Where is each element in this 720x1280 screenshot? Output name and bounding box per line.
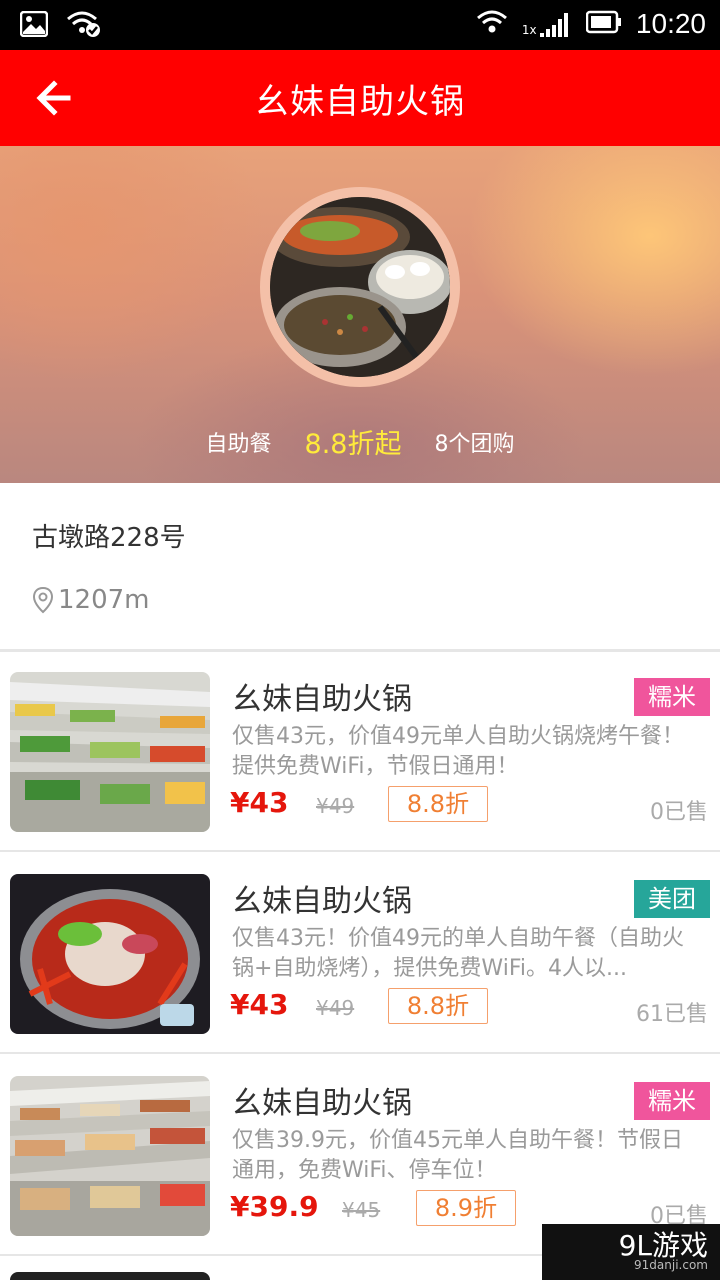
deal-price: ¥39.9 (230, 1190, 319, 1223)
source-badge: 糯米 (634, 678, 710, 716)
deal-discount-tag: 8.8折 (388, 786, 488, 822)
deal-original-price: ¥49 (316, 794, 355, 818)
signal-icon: 1x (522, 9, 572, 39)
distance-value: 1207m (58, 585, 150, 615)
deal-thumbnail (10, 672, 210, 832)
store-discount: 8.8折起 (304, 429, 402, 460)
store-hero: 自助餐 8.8折起 8个团购 (0, 146, 720, 483)
wifi-icon (476, 9, 508, 39)
deal-discount-tag: 8.9折 (416, 1190, 516, 1226)
hero-stats: 自助餐 8.8折起 8个团购 (0, 422, 720, 461)
deal-thumbnail-peek (10, 1272, 210, 1280)
deal-original-price: ¥45 (342, 1198, 381, 1222)
store-avatar[interactable] (260, 187, 460, 387)
store-category: 自助餐 (205, 431, 272, 457)
deal-price: ¥43 (230, 786, 289, 819)
deal-description: 仅售43元！价值49元的单人自助午餐（自助火锅+自助烧烤），提供免费WiFi。4… (232, 926, 684, 981)
deal-sold-count: 0已售 (650, 800, 708, 825)
deal-discount-tag: 8.8折 (388, 988, 488, 1024)
deal-name: 幺妹自助火锅 (232, 682, 412, 717)
battery-icon (585, 10, 622, 38)
store-distance: 1207m (32, 585, 150, 615)
deal-thumbnail (10, 1076, 210, 1236)
store-info: 古墩路228号 1207m (0, 483, 720, 649)
store-address[interactable]: 古墩路228号 (32, 517, 186, 554)
deal-name: 幺妹自助火锅 (232, 1086, 412, 1121)
location-pin-icon (32, 586, 54, 614)
deal-item[interactable]: 幺妹自助火锅 美团 仅售43元！价值49元的单人自助午餐（自助火锅+自助烧烤），… (0, 854, 720, 1054)
deal-description: 仅售39.9元，价值45元单人自助午餐！节假日通用，免费WiFi、停车位！ (232, 1128, 683, 1183)
deal-item[interactable]: 幺妹自助火锅 糯米 仅售43元，价值49元单人自助火锅烧烤午餐！提供免费WiFi… (0, 652, 720, 852)
clock: 10:20 (635, 8, 706, 39)
deal-description: 仅售43元，价值49元单人自助火锅烧烤午餐！提供免费WiFi，节假日通用！ (232, 724, 684, 779)
deal-name: 幺妹自助火锅 (232, 884, 412, 919)
source-badge: 美团 (634, 880, 710, 918)
title-bar: 幺妹自助火锅 (0, 50, 720, 146)
deal-sold-count: 61已售 (636, 1002, 708, 1027)
group-buy-count: 8个团购 (434, 431, 515, 457)
status-bar: 1x 10:20 (0, 0, 720, 50)
deal-original-price: ¥49 (316, 996, 355, 1020)
store-photo (270, 197, 450, 377)
deal-thumbnail (10, 874, 210, 1034)
deal-price: ¥43 (230, 988, 289, 1021)
source-badge: 糯米 (634, 1082, 710, 1120)
wifi-check-icon (66, 10, 102, 42)
image-icon (19, 10, 49, 41)
page-title: 幺妹自助火锅 (255, 82, 465, 122)
watermark-logo: 9L游戏 91danji.com (542, 1224, 720, 1280)
